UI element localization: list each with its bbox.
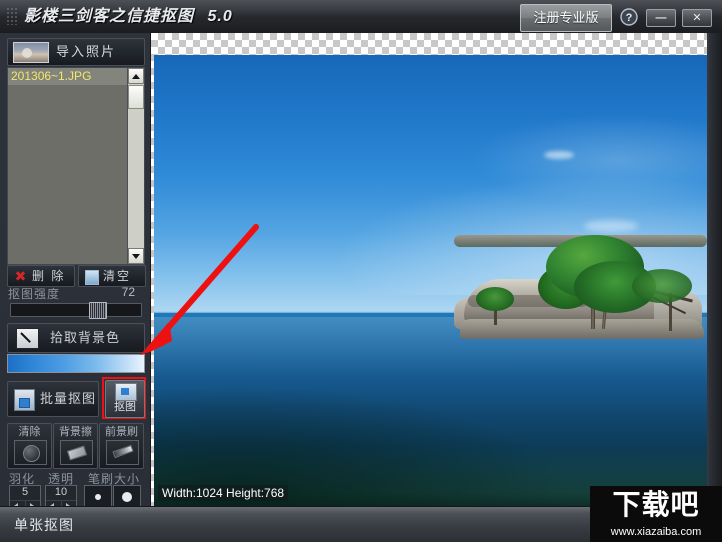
- island-group: [454, 235, 707, 345]
- file-list-scrollbar[interactable]: [127, 68, 144, 264]
- cloud-icon: [544, 151, 574, 159]
- file-list[interactable]: 201306~1.JPG: [7, 67, 145, 265]
- tree-canopy-5: [476, 287, 514, 311]
- eyedropper-icon: [16, 328, 39, 349]
- tool-clear-label: 清除: [18, 426, 41, 438]
- tool-clear-icon-frame: [14, 440, 47, 465]
- pick-background-color-label: 拾取背景色: [50, 330, 121, 345]
- background-eraser-icon: [66, 445, 88, 461]
- help-icon[interactable]: ?: [620, 8, 638, 26]
- brush-dot-small-icon: [95, 494, 101, 500]
- tool-foreground-brush-button[interactable]: 前景刷: [99, 423, 144, 469]
- list-item[interactable]: 201306~1.JPG: [8, 68, 128, 85]
- scroll-up-arrow-icon[interactable]: [128, 68, 144, 84]
- clear-all-button[interactable]: 清空: [78, 265, 146, 287]
- canvas-right-gutter: [709, 33, 722, 506]
- title-bar: 影楼三剑客之信捷抠图 5.0 注册专业版 ? — ✕: [0, 0, 722, 34]
- watermark: 下载吧 www.xiazaiba.com: [590, 486, 722, 542]
- file-list-items[interactable]: 201306~1.JPG: [8, 68, 128, 264]
- batch-cutout-icon: [14, 389, 35, 411]
- tool-foreground-brush-label: 前景刷: [105, 426, 138, 438]
- tool-clear-button[interactable]: 清除: [7, 423, 52, 469]
- register-pro-button[interactable]: 注册专业版: [520, 4, 612, 32]
- canvas-area: Width:1024 Height:768: [151, 33, 722, 506]
- tool-background-eraser-label: 背景擦: [59, 426, 92, 438]
- strength-slider[interactable]: [10, 302, 142, 319]
- minimize-button[interactable]: —: [646, 9, 676, 27]
- close-button[interactable]: ✕: [682, 9, 712, 27]
- cutout-icon: [115, 383, 137, 401]
- photo-image[interactable]: Width:1024 Height:768: [154, 55, 707, 506]
- delete-button-label: 删 除: [32, 269, 66, 283]
- app-version-text: 5.0: [207, 8, 233, 25]
- photo-thumbnail-icon: [13, 42, 49, 63]
- window-title: 影楼三剑客之信捷抠图 5.0: [24, 4, 233, 30]
- alpha-value: 10: [54, 486, 68, 498]
- status-bar-text: 单张抠图: [14, 517, 74, 533]
- eraser-ball-icon: [23, 445, 40, 462]
- sidebar-panel: 导入照片 201306~1.JPG ✖ 删 除 清空 抠图强度 72 拾取背景色…: [0, 33, 151, 542]
- window-grip-icon: [6, 7, 18, 25]
- delete-button[interactable]: ✖ 删 除: [7, 265, 75, 287]
- cloud-icon-2: [584, 220, 638, 232]
- brush-dot-medium-icon: [122, 492, 132, 502]
- photo-dimensions-status: Width:1024 Height:768: [158, 485, 289, 501]
- svg-text:?: ?: [626, 12, 633, 24]
- tree-canopy-4: [632, 269, 692, 303]
- tool-foreground-brush-icon-frame: [106, 440, 139, 465]
- watermark-brand: 下载吧: [612, 489, 700, 520]
- scroll-down-arrow-icon[interactable]: [128, 248, 144, 264]
- background-color-preview[interactable]: [7, 354, 145, 373]
- cutout-button[interactable]: 抠图: [105, 380, 145, 418]
- trash-can-icon: [85, 270, 99, 285]
- canvas-frame[interactable]: Width:1024 Height:768: [151, 33, 709, 506]
- batch-cutout-button[interactable]: 批量抠图: [7, 381, 99, 417]
- application-window: 影楼三剑客之信捷抠图 5.0 注册专业版 ? — ✕ 导入照片 201306~1…: [0, 0, 722, 542]
- app-title-text: 影楼三剑客之信捷抠图: [24, 8, 195, 25]
- red-x-delete-icon: ✖: [14, 268, 27, 284]
- strength-slider-knob[interactable]: [89, 302, 107, 319]
- pick-background-color-button[interactable]: 拾取背景色: [7, 323, 145, 353]
- minimize-icon: —: [655, 12, 667, 24]
- foreground-brush-icon: [112, 444, 134, 459]
- import-photo-label: 导入照片: [56, 44, 117, 59]
- strength-value: 72: [121, 285, 135, 299]
- tool-background-eraser-button[interactable]: 背景擦: [53, 423, 98, 469]
- tool-background-eraser-icon-frame: [60, 440, 93, 465]
- strength-label: 抠图强度: [8, 287, 61, 301]
- close-icon: ✕: [692, 12, 702, 24]
- feather-value: 5: [21, 486, 29, 498]
- sky-haze-layer-2: [474, 115, 707, 205]
- watermark-url: www.xiazaiba.com: [610, 526, 702, 538]
- cutout-button-label: 抠图: [114, 401, 136, 413]
- batch-cutout-label: 批量抠图: [40, 391, 97, 406]
- import-photo-button[interactable]: 导入照片: [7, 38, 145, 66]
- scrollbar-thumb[interactable]: [128, 85, 144, 109]
- clear-all-button-label: 清空: [103, 269, 132, 283]
